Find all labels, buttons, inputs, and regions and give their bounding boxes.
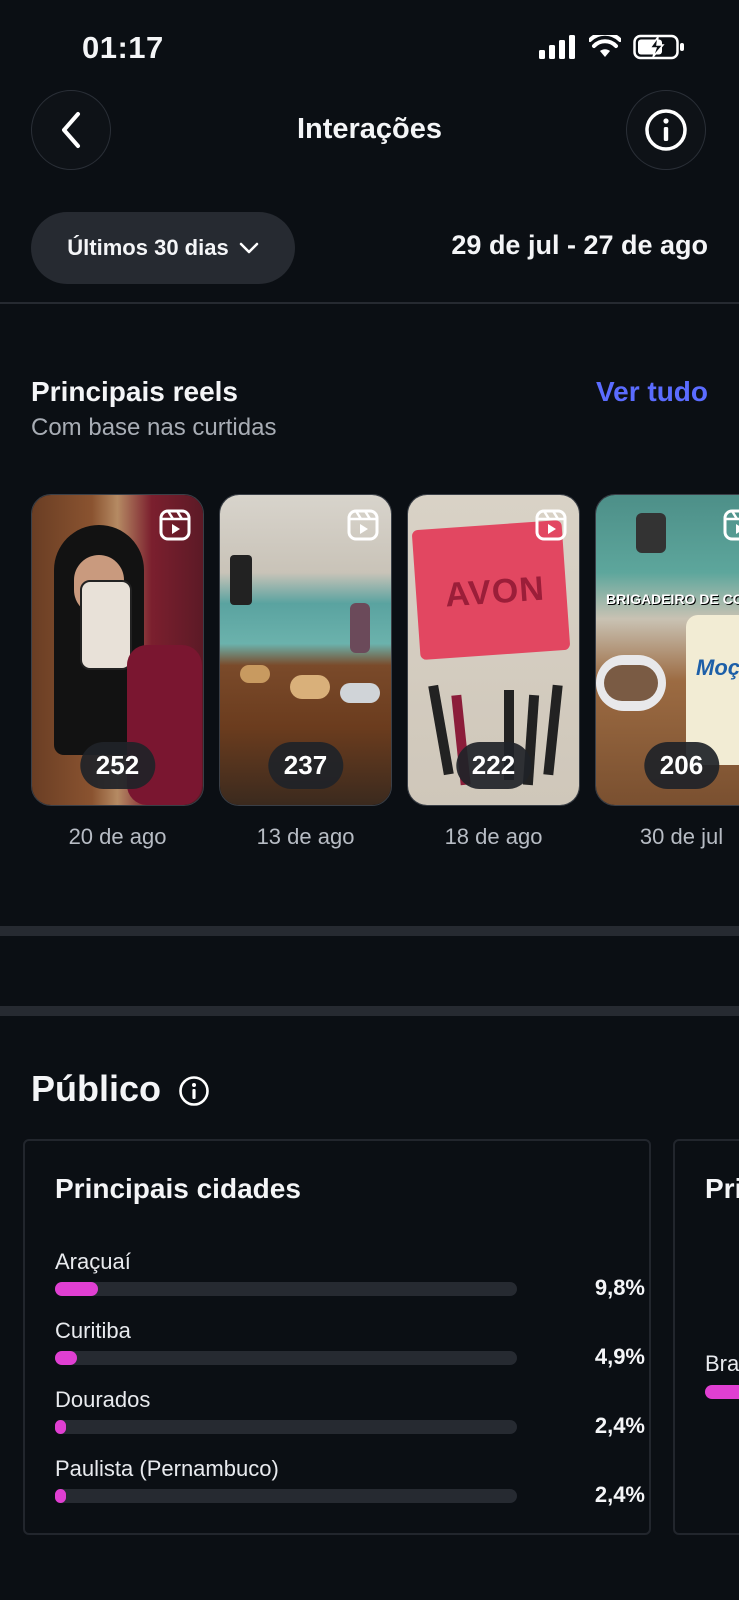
info-icon — [645, 109, 687, 151]
period-label: Últimos 30 dias — [67, 235, 229, 260]
reel-date: 30 de jul — [639, 824, 724, 849]
section-separator — [0, 926, 739, 936]
city-percentage: 2,4% — [594, 1413, 645, 1438]
wifi-icon — [589, 35, 621, 57]
section-title: Principais reels — [31, 376, 239, 407]
status-icons — [539, 34, 685, 60]
section-separator — [0, 1006, 739, 1016]
section-subtitle: Com base nas curtidas — [31, 414, 277, 441]
reel-like-count: 252 — [79, 742, 156, 789]
progress-fill — [705, 1385, 739, 1399]
thumb-text: BRIGADEIRO DE COLH — [606, 591, 739, 607]
audience-title: Público — [31, 1068, 162, 1109]
reels-icon — [159, 509, 191, 541]
top-countries-card: Pri Bra — [673, 1139, 739, 1535]
divider — [0, 302, 739, 304]
date-range: 29 de jul - 27 de ago — [451, 230, 708, 260]
reel-date: 13 de ago — [256, 824, 355, 849]
thumb-text: Moça — [696, 655, 739, 680]
reel-date: 20 de ago — [68, 824, 167, 849]
country-label: Bra — [705, 1351, 739, 1376]
chevron-down-icon — [239, 242, 258, 254]
reels-icon — [723, 509, 739, 541]
status-time: 01:17 — [82, 30, 164, 65]
reel-card[interactable]: BRIGADEIRO DE COLH Moça 206 — [595, 494, 739, 806]
progress-fill — [55, 1489, 66, 1503]
reel-card[interactable]: 237 — [219, 494, 392, 806]
see-all-link[interactable]: Ver tudo — [596, 376, 708, 408]
city-label: Dourados — [55, 1387, 151, 1412]
progress-track — [55, 1282, 517, 1296]
city-percentage: 9,8% — [594, 1275, 645, 1300]
city-label: Paulista (Pernambuco) — [55, 1456, 279, 1481]
top-cities-card: Principais cidades Araçuaí 9,8% Curitiba… — [23, 1139, 651, 1535]
battery-charging-icon — [633, 34, 684, 60]
city-percentage: 4,9% — [594, 1344, 645, 1369]
progress-fill — [55, 1282, 98, 1296]
signal-icon — [539, 35, 575, 59]
info-icon[interactable] — [178, 1075, 210, 1107]
info-button[interactable] — [626, 90, 706, 170]
city-label: Araçuaí — [55, 1249, 131, 1274]
city-percentage: 2,4% — [594, 1482, 645, 1507]
reel-card[interactable]: AVON 222 — [407, 494, 580, 806]
progress-track — [55, 1351, 517, 1365]
city-label: Curitiba — [55, 1318, 131, 1343]
card-title: Pri — [705, 1173, 739, 1204]
period-dropdown[interactable]: Últimos 30 dias — [31, 212, 295, 284]
reel-like-count: 222 — [455, 742, 532, 789]
card-title: Principais cidades — [55, 1173, 301, 1204]
reels-icon — [535, 509, 567, 541]
reel-date: 18 de ago — [444, 824, 543, 849]
reel-like-count: 237 — [267, 742, 344, 789]
reels-icon — [347, 509, 379, 541]
reel-like-count: 206 — [643, 742, 720, 789]
progress-track — [55, 1489, 517, 1503]
progress-track — [55, 1420, 517, 1434]
progress-fill — [55, 1351, 77, 1365]
progress-fill — [55, 1420, 66, 1434]
reel-card[interactable]: 252 — [31, 494, 204, 806]
